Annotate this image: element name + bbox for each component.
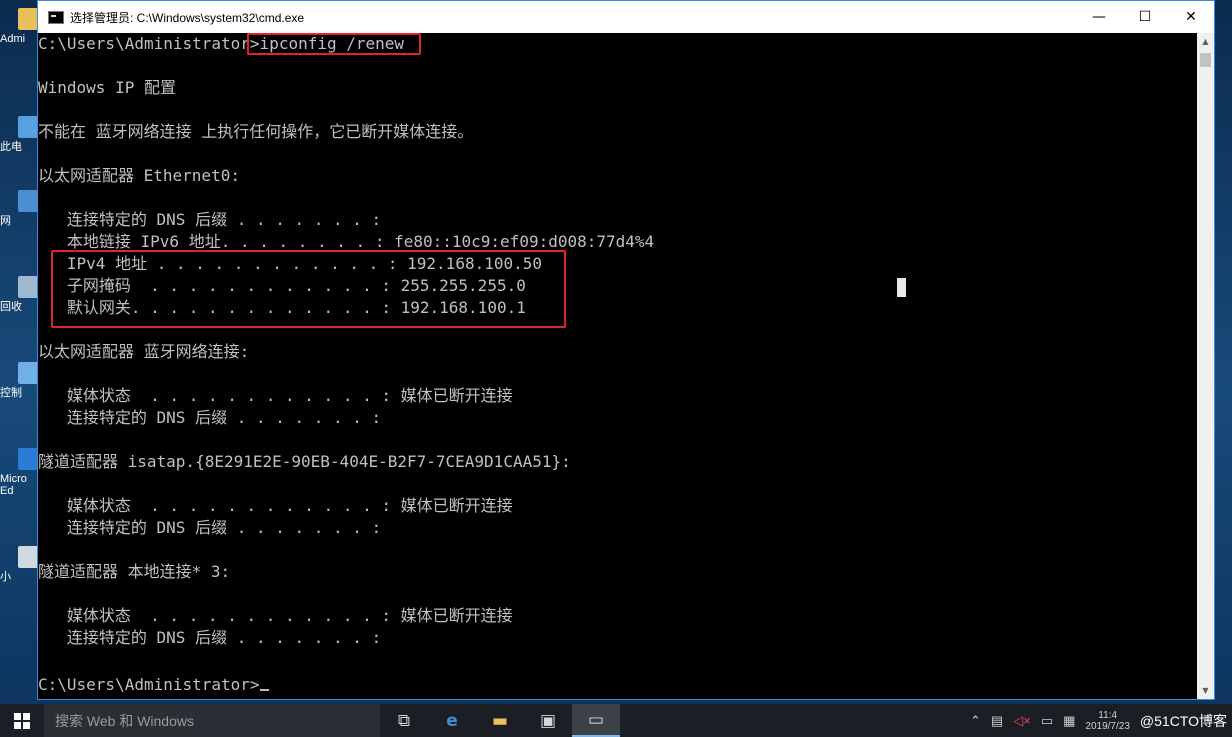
search-box[interactable]: 搜索 Web 和 Windows	[44, 704, 380, 737]
close-button[interactable]: ✕	[1168, 1, 1214, 33]
desktop-icon-control-panel[interactable]: 控制	[0, 362, 40, 399]
desktop-icon-label: 小	[0, 571, 11, 583]
clock[interactable]: 11:4 2019/7/23	[1085, 710, 1130, 732]
highlight-command-box	[247, 33, 421, 55]
desktop-icon-admin[interactable]: Admi	[0, 8, 40, 45]
task-view-icon[interactable]: ⧉	[380, 704, 428, 737]
minimize-button[interactable]: —	[1076, 1, 1122, 33]
scroll-down-icon[interactable]: ▼	[1197, 682, 1214, 699]
desktop-icon-label: 网	[0, 215, 11, 227]
windows-logo-icon	[14, 712, 30, 729]
volume-muted-icon[interactable]: ◁×	[1013, 713, 1031, 729]
desktop-icon-network[interactable]: 网	[0, 190, 40, 227]
desktop-icon-label: Admi	[0, 33, 26, 45]
console-output[interactable]: C:\Users\Administrator>ipconfig /renew W…	[38, 33, 1198, 699]
console-line: 隧道适配器 本地连接* 3:	[38, 562, 231, 581]
vertical-scrollbar[interactable]: ▲ ▼	[1197, 33, 1214, 699]
console-line: 以太网适配器 蓝牙网络连接:	[38, 342, 250, 361]
highlight-ipv4-box	[51, 250, 566, 328]
console-line: 连接特定的 DNS 后缀 . . . . . . . :	[38, 408, 382, 427]
console-line: 以太网适配器 Ethernet0:	[38, 166, 240, 185]
desktop-icon-label: 此电	[0, 141, 22, 153]
keyboard-icon[interactable]: ▦	[1063, 713, 1075, 729]
system-tray: ⌃ ▤ ◁× ▭ ▦ 11:4 2019/7/23 @51CTO博客	[965, 704, 1232, 737]
scroll-up-icon[interactable]: ▲	[1197, 33, 1214, 50]
taskbar: 搜索 Web 和 Windows ⧉ e ▬ ▣ ▭ ⌃ ▤ ◁× ▭ ▦ 11…	[0, 704, 1232, 737]
console-line: 连接特定的 DNS 后缀 . . . . . . . :	[38, 628, 382, 647]
chevron-up-icon[interactable]: ⌃	[970, 713, 981, 729]
text-cursor	[259, 689, 269, 691]
cmd-taskbar-icon[interactable]: ▭	[572, 704, 620, 737]
maximize-button[interactable]: ☐	[1122, 1, 1168, 33]
desktop-icon-label: 回收	[0, 301, 22, 313]
window-titlebar[interactable]: 选择管理员: C:\Windows\system32\cmd.exe — ☐ ✕	[38, 1, 1214, 33]
clock-date: 2019/7/23	[1085, 720, 1130, 732]
clock-time: 11:4	[1098, 709, 1118, 721]
console-line: 不能在 蓝牙网络连接 上执行任何操作，它已断开媒体连接。	[38, 122, 474, 141]
window-title: 选择管理员: C:\Windows\system32\cmd.exe	[70, 10, 305, 25]
watermark: @51CTO博客	[1139, 712, 1227, 729]
console-line: 隧道适配器 isatap.{8E291E2E-90EB-404E-B2F7-7C…	[38, 452, 571, 471]
start-button[interactable]	[0, 704, 44, 737]
desktop-icon-edge[interactable]: Micro Ed	[0, 448, 40, 497]
network-tray-icon[interactable]: ▤	[991, 713, 1003, 729]
cmd-window[interactable]: 选择管理员: C:\Windows\system32\cmd.exe — ☐ ✕…	[37, 0, 1215, 700]
desktop-icon-this-pc[interactable]: 此电	[0, 116, 40, 153]
console-line: 媒体状态 . . . . . . . . . . . . : 媒体已断开连接	[38, 386, 513, 405]
console-line: 连接特定的 DNS 后缀 . . . . . . . :	[38, 518, 382, 537]
desktop-icon-label: 控制	[0, 387, 22, 399]
console-line: 媒体状态 . . . . . . . . . . . . : 媒体已断开连接	[38, 496, 513, 515]
desktop-icon-small[interactable]: 小	[0, 546, 40, 583]
console-line: 连接特定的 DNS 后缀 . . . . . . . :	[38, 210, 382, 229]
block-cursor	[897, 278, 906, 297]
desktop-icon-label: Micro Ed	[0, 473, 27, 497]
notification-icon[interactable]: ▭	[1041, 713, 1053, 729]
console-line: Windows IP 配置	[38, 78, 176, 97]
cmd-icon	[48, 10, 64, 24]
edge-icon[interactable]: e	[428, 704, 476, 737]
file-explorer-icon[interactable]: ▬	[476, 704, 524, 737]
console-prompt: C:\Users\Administrator>	[38, 675, 260, 694]
store-icon[interactable]: ▣	[524, 704, 572, 737]
scroll-thumb[interactable]	[1200, 53, 1211, 67]
console-line: 媒体状态 . . . . . . . . . . . . : 媒体已断开连接	[38, 606, 513, 625]
console-prompt-line[interactable]: C:\Users\Administrator>	[38, 674, 269, 696]
desktop-icon-recycle-bin[interactable]: 回收	[0, 276, 40, 313]
